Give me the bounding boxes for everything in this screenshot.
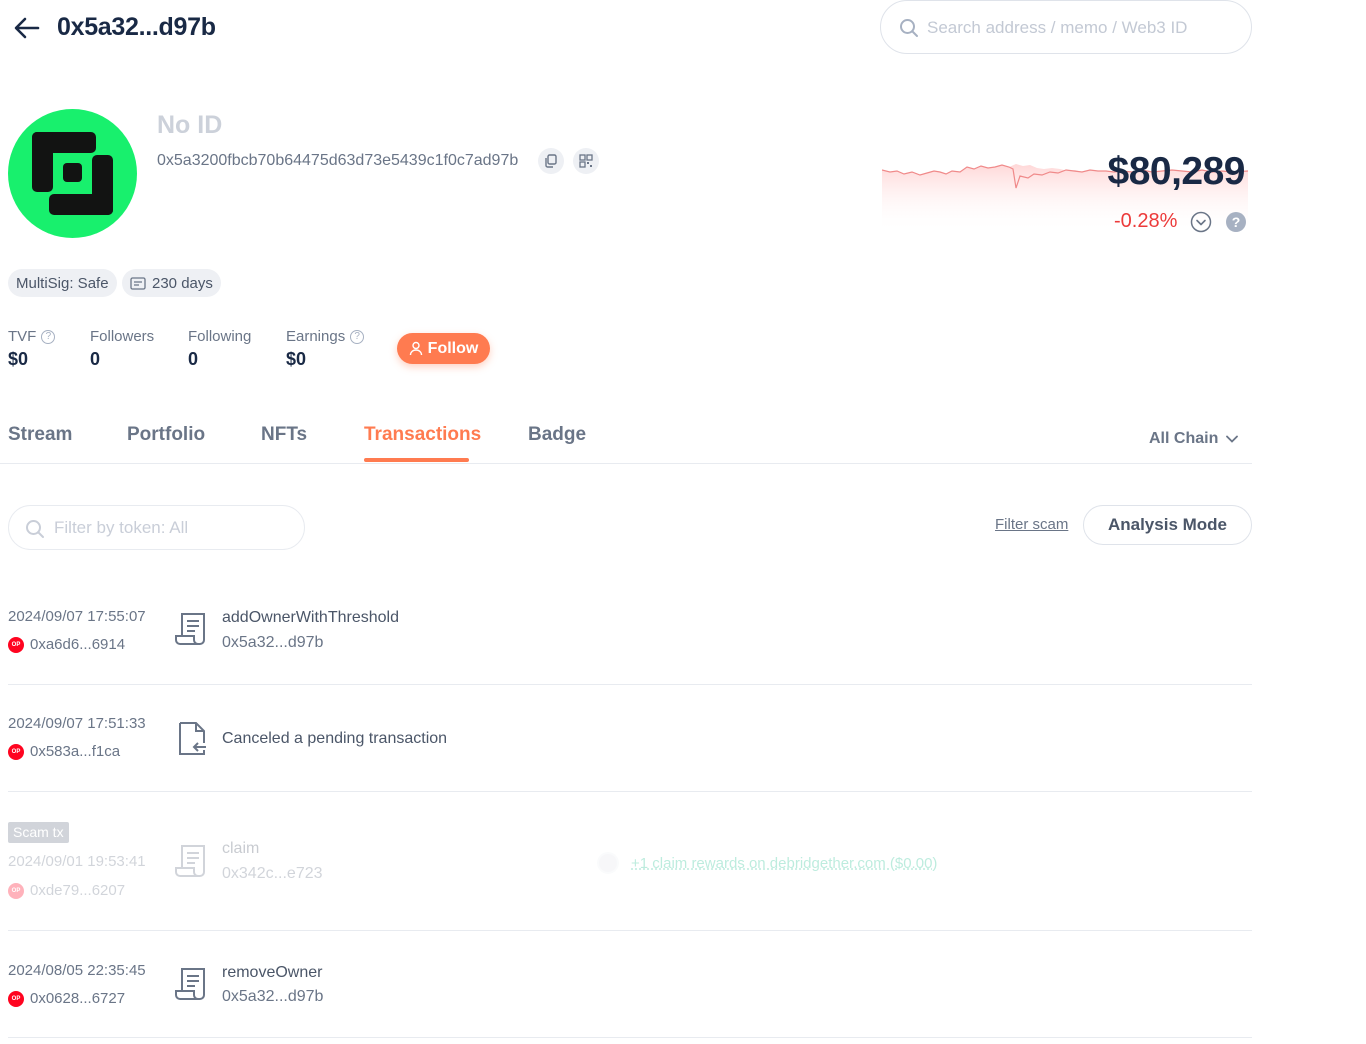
optimism-chain-icon: OP — [8, 882, 24, 899]
profile-name: No ID — [157, 111, 223, 139]
search-icon — [26, 520, 44, 538]
tx-time: 2024/09/01 19:53:41 — [8, 853, 146, 870]
help-icon[interactable]: ? — [350, 329, 365, 344]
token-change[interactable]: +1 claim rewards on debridgether.com ($0… — [597, 852, 937, 874]
calendar-icon — [130, 277, 146, 290]
token-change-text: +1 claim rewards on debridgether.com ($0… — [631, 854, 938, 872]
help-icon[interactable]: ? — [1226, 212, 1246, 232]
tx-target[interactable]: 0x5a32...d97b — [222, 634, 323, 652]
chevron-down-icon — [1226, 435, 1239, 443]
cancel-doc-icon — [179, 722, 206, 755]
multisig-tag: MultiSig: Safe — [8, 269, 117, 297]
token-icon — [597, 852, 619, 874]
contract-scroll-icon — [175, 968, 205, 1000]
earnings-label: Earnings — [286, 328, 346, 345]
analysis-mode-button[interactable]: Analysis Mode — [1083, 505, 1252, 545]
followers-label: Followers — [90, 328, 155, 345]
stat-followers[interactable]: Followers 0 — [90, 328, 154, 370]
tx-method: claim — [222, 840, 260, 857]
tx-hash-text: 0x583a...f1ca — [30, 743, 121, 760]
scam-badge: Scam tx — [8, 822, 69, 843]
tab-transactions[interactable]: Transactions — [364, 424, 481, 446]
tab-portfolio[interactable]: Portfolio — [127, 424, 205, 446]
tx-target[interactable]: 0x5a32...d97b — [222, 988, 323, 1006]
qr-code-icon[interactable] — [573, 148, 599, 174]
tvf-label: TVF — [8, 328, 37, 345]
tvf-value: $0 — [8, 349, 29, 369]
tab-badge[interactable]: Badge — [528, 424, 586, 446]
token-filter[interactable] — [8, 505, 305, 550]
full-address: 0x5a3200fbcb70b64475d63d73e5439c1f0c7ad9… — [157, 152, 519, 169]
transaction-row: 2024/09/07 17:51:33 OP 0x583a...f1ca Can… — [8, 685, 1252, 792]
tx-target[interactable]: 0x342c...e723 — [222, 865, 323, 883]
age-tag: 230 days — [122, 269, 221, 297]
follow-button[interactable]: Follow — [397, 333, 490, 364]
profile-tabs: Stream Portfolio NFTs Transactions Badge… — [0, 412, 1252, 464]
transaction-row: 2024/08/05 22:35:45 OP 0x0628...6727 rem… — [8, 931, 1252, 1038]
stat-earnings: Earnings? $0 — [286, 328, 365, 370]
followers-value: 0 — [90, 349, 101, 369]
tab-nfts[interactable]: NFTs — [261, 424, 307, 446]
tx-hash-text: 0xde79...6207 — [30, 882, 126, 899]
following-label: Following — [188, 328, 252, 345]
chevron-down-circle-icon[interactable] — [1190, 211, 1212, 233]
optimism-chain-icon: OP — [8, 743, 24, 760]
help-icon[interactable]: ? — [41, 329, 56, 344]
copy-icon[interactable] — [538, 148, 564, 174]
stat-tvf: TVF? $0 — [8, 328, 56, 370]
tx-hash-text: 0x0628...6727 — [30, 990, 126, 1007]
address-search[interactable] — [880, 0, 1252, 54]
token-filter-input[interactable] — [54, 514, 294, 542]
page-title: 0x5a32...d97b — [57, 13, 216, 41]
search-input[interactable] — [927, 13, 1237, 43]
tx-hash[interactable]: OP 0xa6d6...6914 — [8, 636, 125, 653]
age-label: 230 days — [152, 274, 213, 292]
filter-scam-link[interactable]: Filter scam — [995, 516, 1068, 533]
contract-scroll-icon — [175, 613, 205, 645]
transaction-row: 2024/09/07 17:55:07 OP 0xa6d6...6914 add… — [8, 585, 1252, 685]
safe-logo-icon — [32, 132, 113, 215]
total-balance: $80,289 — [1107, 150, 1246, 193]
tx-hash[interactable]: OP 0x583a...f1ca — [8, 743, 120, 760]
tx-method: Canceled a pending transaction — [222, 730, 448, 747]
chain-select[interactable]: All Chain — [1149, 430, 1239, 448]
scam-content: Scam tx 2024/09/01 19:53:41 OP 0xde79...… — [8, 792, 1252, 930]
tx-hash-text: 0xa6d6...6914 — [30, 636, 126, 653]
tx-hash[interactable]: OP 0x0628...6727 — [8, 990, 125, 1007]
avatar — [8, 109, 137, 238]
search-icon — [900, 19, 918, 37]
tab-stream[interactable]: Stream — [8, 424, 72, 446]
contract-scroll-icon — [175, 845, 205, 877]
tx-method: addOwnerWithThreshold — [222, 609, 399, 626]
multisig-label: MultiSig: Safe — [16, 274, 109, 292]
user-icon — [409, 341, 422, 356]
transaction-row-scam: Scam tx 2024/09/01 19:53:41 OP 0xde79...… — [8, 792, 1252, 931]
tx-time: 2024/09/07 17:51:33 — [8, 715, 146, 732]
optimism-chain-icon: OP — [8, 990, 24, 1007]
top-bar: 0x5a32...d97b — [0, 0, 1260, 56]
tx-method: removeOwner — [222, 964, 323, 981]
earnings-value: $0 — [286, 349, 307, 369]
tx-hash[interactable]: OP 0xde79...6207 — [8, 882, 125, 899]
back-arrow-icon[interactable] — [12, 14, 42, 42]
optimism-chain-icon: OP — [8, 636, 24, 653]
stat-following[interactable]: Following 0 — [188, 328, 251, 370]
balance-change: -0.28% — [1114, 210, 1178, 232]
active-tab-indicator — [364, 458, 469, 462]
follow-label: Follow — [427, 339, 479, 357]
tx-time: 2024/09/07 17:55:07 — [8, 608, 146, 625]
following-value: 0 — [188, 349, 199, 369]
tx-time: 2024/08/05 22:35:45 — [8, 962, 146, 979]
chain-select-label: All Chain — [1149, 430, 1219, 447]
